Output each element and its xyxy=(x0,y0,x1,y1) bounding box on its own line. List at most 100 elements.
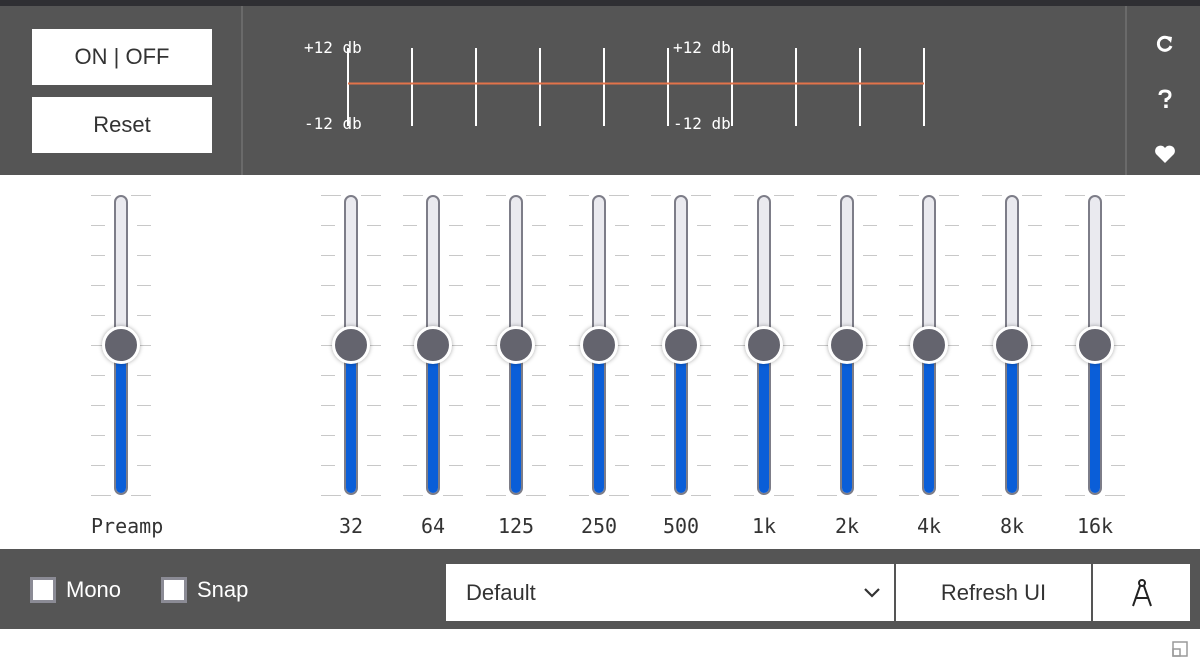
slider-tick xyxy=(817,225,831,226)
slider-tick xyxy=(526,195,546,196)
band-slider-4k[interactable]: 4k xyxy=(899,175,959,549)
mono-toggle[interactable]: Mono xyxy=(30,575,121,605)
band-slider-8k[interactable]: 8k xyxy=(982,175,1042,549)
slider-thumb[interactable] xyxy=(580,326,618,364)
slider-fill xyxy=(1090,345,1100,493)
preamp-slider[interactable]: Preamp xyxy=(91,175,163,549)
snap-label: Snap xyxy=(197,577,249,602)
slider-tick xyxy=(615,435,629,436)
slider-thumb[interactable] xyxy=(332,326,370,364)
slider-tick xyxy=(569,435,583,436)
slider-tick xyxy=(1065,225,1079,226)
slider-tick xyxy=(1028,315,1042,316)
preset-dropdown[interactable]: Default xyxy=(446,564,894,621)
slider-tick xyxy=(982,405,996,406)
slider-tick xyxy=(780,435,794,436)
band-slider-2k[interactable]: 2k xyxy=(817,175,877,549)
slider-label: 8k xyxy=(999,514,1025,538)
slider-tick xyxy=(137,315,151,316)
slider-tick xyxy=(615,375,629,376)
compass-icon xyxy=(1131,578,1152,606)
slider-tick xyxy=(403,495,423,496)
slider-tick xyxy=(1111,285,1125,286)
slider-tick xyxy=(982,315,996,316)
slider-thumb[interactable] xyxy=(993,326,1031,364)
slider-tick xyxy=(532,465,546,466)
slider-tick xyxy=(91,435,105,436)
slider-tick xyxy=(532,255,546,256)
slider-tick xyxy=(403,255,417,256)
mono-checkbox[interactable] xyxy=(30,577,56,603)
slider-tick xyxy=(532,285,546,286)
slider-tick xyxy=(91,405,105,406)
slider-tick xyxy=(1111,405,1125,406)
snap-toggle[interactable]: Snap xyxy=(161,575,248,605)
slider-tick xyxy=(863,435,877,436)
slider-fill xyxy=(842,345,852,493)
slider-tick xyxy=(532,435,546,436)
slider-tick xyxy=(449,405,463,406)
slider-label: 500 xyxy=(662,514,700,538)
slider-tick xyxy=(526,495,546,496)
slider-tick xyxy=(982,285,996,286)
slider-tick xyxy=(780,465,794,466)
help-icon[interactable] xyxy=(1153,87,1177,111)
band-slider-1k[interactable]: 1k xyxy=(734,175,794,549)
band-slider-64[interactable]: 64 xyxy=(403,175,463,549)
slider-tick xyxy=(609,195,629,196)
slider-thumb[interactable] xyxy=(745,326,783,364)
band-slider-250[interactable]: 250 xyxy=(569,175,629,549)
on-off-button[interactable]: ON | OFF xyxy=(32,29,212,85)
slider-thumb[interactable] xyxy=(102,326,140,364)
slider-thumb[interactable] xyxy=(1076,326,1114,364)
heart-icon[interactable] xyxy=(1153,142,1177,166)
slider-thumb[interactable] xyxy=(414,326,452,364)
slider-thumb[interactable] xyxy=(910,326,948,364)
db-top-label: +12 db xyxy=(304,38,362,57)
slider-tick xyxy=(367,375,381,376)
slider-tick xyxy=(1022,195,1042,196)
slider-tick xyxy=(486,315,500,316)
band-slider-16k[interactable]: 16k xyxy=(1065,175,1125,549)
slider-tick xyxy=(137,405,151,406)
slider-tick xyxy=(486,435,500,436)
slider-tick xyxy=(899,285,913,286)
refresh-icon[interactable] xyxy=(1153,32,1177,56)
slider-tick xyxy=(1028,405,1042,406)
reset-button[interactable]: Reset xyxy=(32,97,212,153)
slider-tick xyxy=(532,375,546,376)
slider-tick xyxy=(734,315,748,316)
slider-thumb[interactable] xyxy=(497,326,535,364)
slider-tick xyxy=(91,375,105,376)
slider-tick xyxy=(697,435,711,436)
slider-tick xyxy=(91,315,105,316)
slider-tick xyxy=(367,435,381,436)
slider-tick xyxy=(569,495,589,496)
band-slider-500[interactable]: 500 xyxy=(651,175,711,549)
slider-tick xyxy=(945,255,959,256)
slider-tick xyxy=(1065,255,1079,256)
band-slider-125[interactable]: 125 xyxy=(486,175,546,549)
refresh-ui-button[interactable]: Refresh UI xyxy=(896,564,1091,621)
compass-button[interactable] xyxy=(1093,564,1190,621)
resize-grip-icon[interactable] xyxy=(1172,641,1188,657)
slider-tick xyxy=(137,465,151,466)
slider-thumb[interactable] xyxy=(828,326,866,364)
band-slider-32[interactable]: 32 xyxy=(321,175,381,549)
slider-tick xyxy=(734,465,748,466)
slider-tick xyxy=(697,465,711,466)
slider-tick xyxy=(615,255,629,256)
slider-tick xyxy=(486,255,500,256)
slider-tick xyxy=(863,405,877,406)
slider-tick xyxy=(774,195,794,196)
slider-tick xyxy=(817,375,831,376)
slider-fill xyxy=(511,345,521,493)
slider-fill xyxy=(594,345,604,493)
snap-checkbox[interactable] xyxy=(161,577,187,603)
slider-thumb[interactable] xyxy=(662,326,700,364)
slider-tick xyxy=(734,375,748,376)
status-strip xyxy=(0,625,1200,663)
slider-tick xyxy=(945,225,959,226)
slider-tick xyxy=(486,405,500,406)
slider-tick xyxy=(691,195,711,196)
